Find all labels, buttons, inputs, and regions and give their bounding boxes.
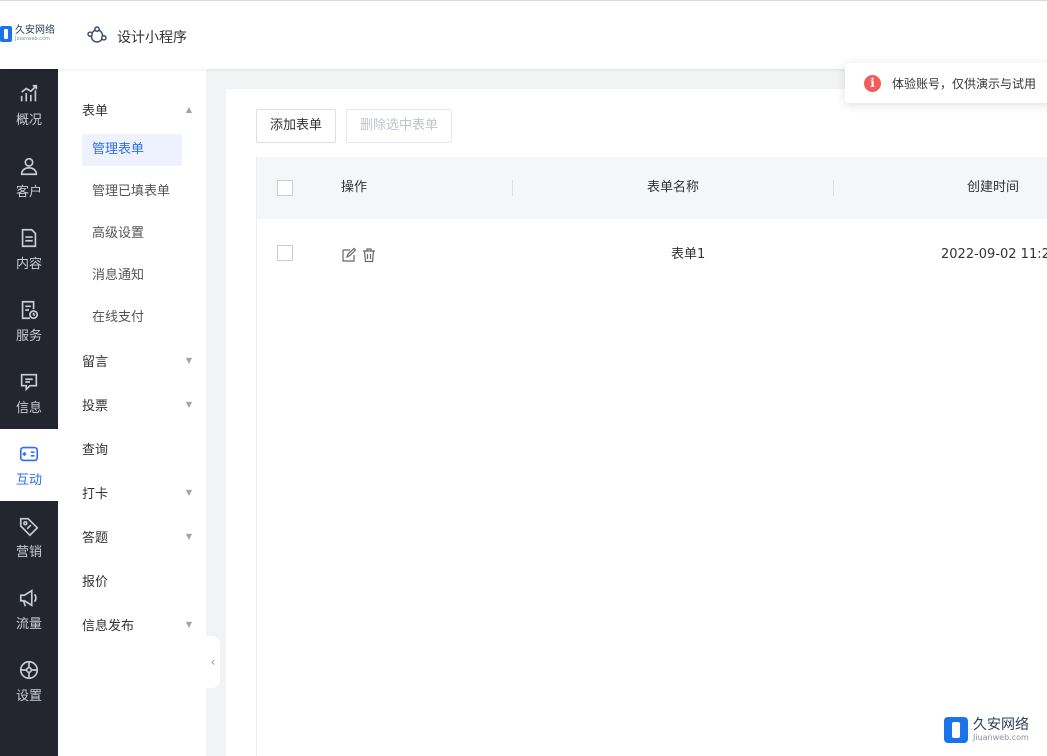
brand-logo[interactable]: 久安网络 Jiuanweb.com — [0, 26, 55, 42]
chevron-up-icon: ▲ — [185, 105, 192, 114]
app-title: 设计小程序 — [117, 30, 187, 46]
chevron-down-icon: ▼ — [185, 488, 192, 497]
edit-icon[interactable] — [341, 247, 357, 263]
submenu-group-publish[interactable]: 信息发布 ▼ — [82, 615, 192, 634]
nav-item-message[interactable]: 信息 — [0, 357, 58, 429]
service-doc-icon — [21, 300, 39, 319]
submenu-item-advanced[interactable]: 高级设置 — [82, 218, 182, 250]
watermark-text-cn: 久安网络 — [973, 717, 1029, 733]
row-checkbox[interactable] — [277, 245, 293, 261]
submenu-group-comments[interactable]: 留言 ▼ — [82, 351, 192, 370]
submenu-item-payment[interactable]: 在线支付 — [82, 302, 182, 334]
user-icon — [20, 157, 38, 175]
main-nav: 概况 客户 内容 服务 信息 互动 营销 流量 设置 — [0, 69, 58, 756]
table-row: 表单1 2022-09-02 11:26 — [257, 219, 1047, 291]
chart-trend-icon — [20, 84, 38, 101]
submenu-item-manage-filled[interactable]: 管理已填表单 — [82, 176, 182, 208]
logo-text-cn: 久安网络 — [15, 25, 55, 36]
nav-item-settings[interactable]: 设置 — [0, 645, 58, 717]
delete-selected-button[interactable]: 删除选中表单 — [346, 109, 453, 143]
document-icon — [21, 228, 37, 247]
created-time-cell: 2022-09-02 11:26 — [941, 247, 1047, 262]
main-panel: 添加表单 删除选中表单 操作 表单名称 创建时间 表单1 2022-09-02 … — [226, 89, 1047, 756]
table-header: 操作 表单名称 创建时间 — [257, 157, 1047, 219]
watermark-logo: 久安网络 Jiuanweb.com — [944, 717, 1029, 743]
toast-message: 体验账号，仅供演示与试用 — [892, 76, 1037, 91]
submenu-group-quote[interactable]: 报价 — [82, 571, 192, 590]
select-all-checkbox[interactable] — [277, 180, 293, 196]
demo-account-toast: i 体验账号，仅供演示与试用 — [845, 63, 1047, 103]
message-icon — [20, 373, 38, 391]
submenu-group-vote[interactable]: 投票 ▼ — [82, 395, 192, 414]
sub-menu: 表单 ▲ 管理表单 管理已填表单 高级设置 消息通知 在线支付 留言 ▼ 投票 … — [58, 69, 206, 756]
nav-item-marketing[interactable]: 营销 — [0, 501, 58, 573]
chevron-down-icon: ▼ — [185, 356, 192, 365]
chevron-down-icon: ▼ — [185, 532, 192, 541]
chevron-down-icon: ▼ — [185, 620, 192, 629]
submenu-group-form[interactable]: 表单 ▲ — [82, 100, 192, 119]
chevron-left-icon: ‹ — [210, 655, 216, 669]
alert-icon: i — [864, 74, 881, 92]
delete-icon[interactable] — [361, 247, 377, 263]
nav-item-customer[interactable]: 客户 — [0, 141, 58, 213]
column-divider — [833, 180, 834, 196]
nav-item-interaction[interactable]: 互动 — [0, 429, 58, 501]
top-header: 久安网络 Jiuanweb.com 设计小程序 — [0, 0, 1047, 69]
nav-item-overview[interactable]: 概况 — [0, 69, 58, 141]
column-divider — [512, 180, 513, 196]
submenu-item-notification[interactable]: 消息通知 — [82, 260, 182, 292]
settings-icon — [19, 660, 39, 679]
logo-icon — [0, 26, 12, 42]
megaphone-icon — [19, 588, 37, 607]
column-header-name: 表单名称 — [647, 180, 700, 195]
column-header-created: 创建时间 — [967, 180, 1020, 195]
nav-item-traffic[interactable]: 流量 — [0, 573, 58, 645]
submenu-group-quiz[interactable]: 答题 ▼ — [82, 527, 192, 546]
sidebar-collapse-button[interactable]: ‹ — [206, 636, 220, 688]
submenu-item-manage-forms[interactable]: 管理表单 — [82, 134, 182, 166]
gamepad-icon — [19, 446, 39, 461]
watermark-icon — [944, 717, 968, 743]
add-form-button[interactable]: 添加表单 — [256, 109, 337, 143]
submenu-group-checkin[interactable]: 打卡 ▼ — [82, 483, 192, 502]
watermark-text-en: Jiuanweb.com — [973, 733, 1029, 742]
logo-text-en: Jiuanweb.com — [15, 36, 50, 42]
chevron-down-icon: ▼ — [185, 400, 192, 409]
nav-item-content[interactable]: 内容 — [0, 213, 58, 285]
mini-program-icon — [87, 26, 107, 43]
column-header-actions: 操作 — [341, 180, 368, 195]
submenu-group-query[interactable]: 查询 — [82, 439, 192, 458]
forms-table: 操作 表单名称 创建时间 表单1 2022-09-02 11:26 — [256, 157, 1047, 756]
tag-icon — [19, 517, 39, 536]
form-name-cell[interactable]: 表单1 — [671, 219, 705, 291]
nav-item-service[interactable]: 服务 — [0, 285, 58, 357]
